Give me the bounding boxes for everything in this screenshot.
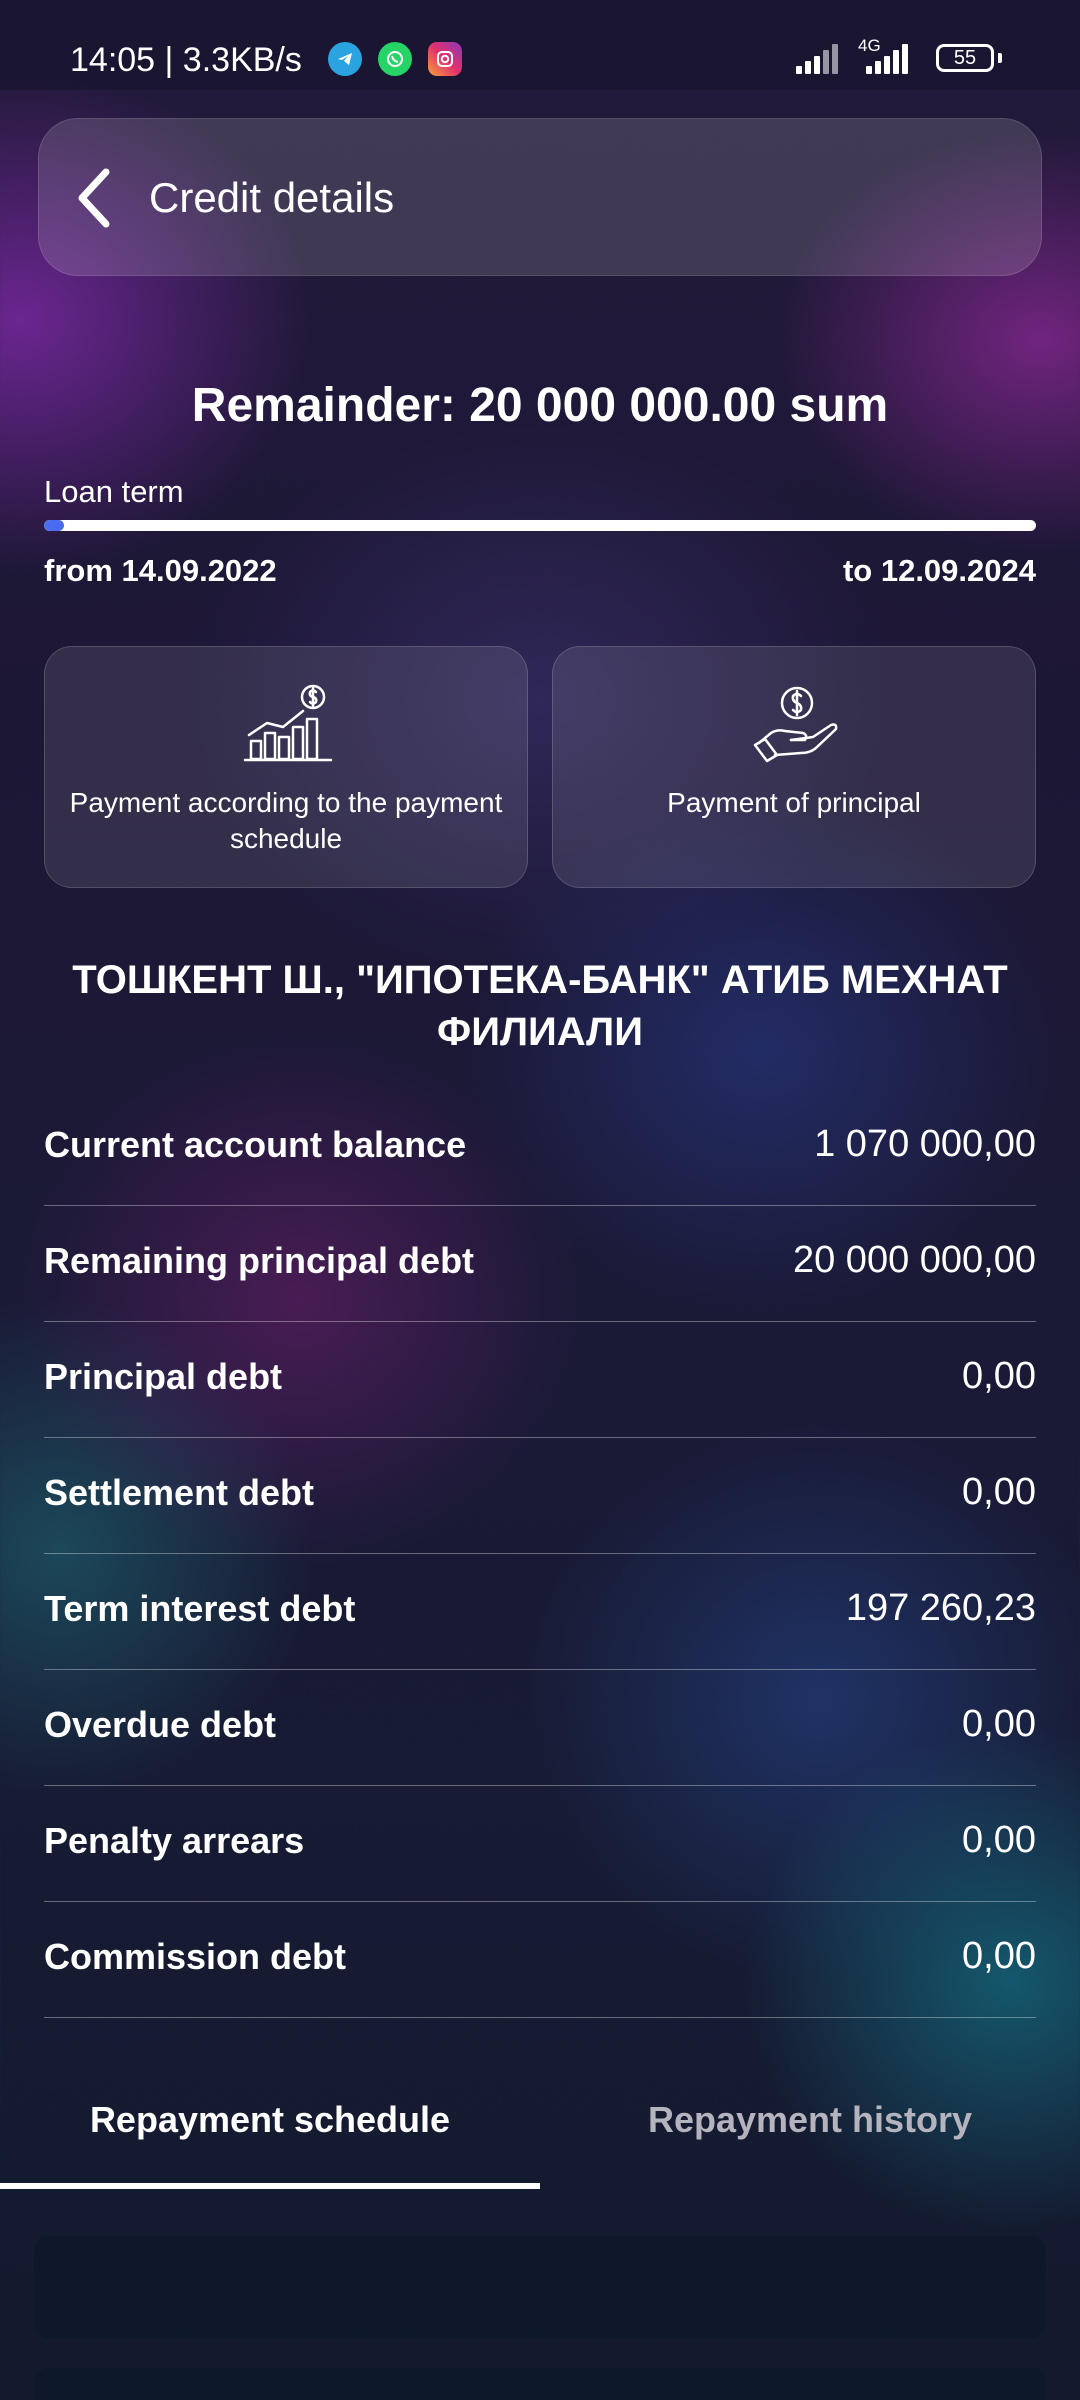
balance-label: Remaining principal debt xyxy=(44,1240,475,1281)
balance-row: Remaining principal debt 20 000 000,00 xyxy=(44,1206,1036,1322)
balance-label: Penalty arrears xyxy=(44,1820,305,1861)
balance-list: Current account balance 1 070 000,00 Rem… xyxy=(44,1090,1036,2018)
balance-value: 1 070 000,00 xyxy=(814,1123,1036,1165)
balance-row: Current account balance 1 070 000,00 xyxy=(44,1090,1036,1206)
whatsapp-icon xyxy=(378,42,412,76)
balance-value: 0,00 xyxy=(962,1935,1036,1977)
balance-value: 0,00 xyxy=(962,1355,1036,1397)
battery-icon: 55 xyxy=(936,44,994,72)
instagram-icon xyxy=(428,42,462,76)
balance-row: Commission debt 0,00 xyxy=(44,1902,1036,2018)
bank-branch-name: ТОШКЕНТ Ш., "ИПОТЕКА-БАНК" АТИБ МЕХНАТ Ф… xyxy=(72,958,1008,1054)
balance-value: 0,00 xyxy=(962,1703,1036,1745)
balance-label: Principal debt xyxy=(44,1356,283,1397)
back-arrow-icon[interactable] xyxy=(74,168,114,228)
schedule-list-item[interactable] xyxy=(34,2236,1046,2338)
balance-row: Settlement debt 0,00 xyxy=(44,1438,1036,1554)
balance-value: 0,00 xyxy=(962,1471,1036,1513)
balance-label: Term interest debt xyxy=(44,1588,356,1629)
hand-dollar-icon xyxy=(753,686,838,763)
schedule-payment-button[interactable]: Payment according to the payment schedul… xyxy=(44,646,528,888)
network-type-label: 4G xyxy=(858,36,881,55)
balance-row: Principal debt 0,00 xyxy=(44,1322,1036,1438)
status-bar: 14:05 | 3.3KB/s 4G 55 xyxy=(0,0,1080,90)
loan-term-label: Loan term xyxy=(44,474,184,509)
balance-label: Settlement debt xyxy=(44,1472,315,1513)
schedule-list-item[interactable] xyxy=(34,2368,1046,2400)
principal-payment-button[interactable]: Payment of principal xyxy=(552,646,1036,888)
growth-chart-dollar-icon xyxy=(243,684,333,762)
loan-start-date: from 14.09.2022 xyxy=(44,553,277,588)
tab-repayment-history[interactable]: Repayment history xyxy=(540,2090,1080,2150)
tab-repayment-schedule[interactable]: Repayment schedule xyxy=(0,2090,540,2150)
balance-value: 0,00 xyxy=(962,1819,1036,1861)
balance-label: Commission debt xyxy=(44,1936,347,1977)
principal-payment-label: Payment of principal xyxy=(667,787,921,818)
loan-end-date: to 12.09.2024 xyxy=(842,553,1036,588)
battery-tip xyxy=(998,53,1002,63)
balance-label: Current account balance xyxy=(44,1124,467,1165)
balance-row: Overdue debt 0,00 xyxy=(44,1670,1036,1786)
active-tab-indicator xyxy=(0,2183,540,2189)
loan-term-progress xyxy=(44,520,1036,531)
remainder-amount: Remainder: 20 000 000.00 sum xyxy=(191,379,889,432)
balance-value: 20 000 000,00 xyxy=(792,1239,1036,1281)
balance-label: Overdue debt xyxy=(44,1704,277,1745)
status-time: 14:05 | 3.3KB/s xyxy=(70,41,302,79)
schedule-payment-label: Payment according to the payment schedul… xyxy=(69,787,503,854)
balance-row: Penalty arrears 0,00 xyxy=(44,1786,1036,1902)
page-title: Credit details xyxy=(149,174,395,221)
telegram-icon xyxy=(328,42,362,76)
loan-term-progress-fill xyxy=(44,520,64,531)
balance-value: 197 260,23 xyxy=(845,1587,1036,1629)
balance-row: Term interest debt 197 260,23 xyxy=(44,1554,1036,1670)
